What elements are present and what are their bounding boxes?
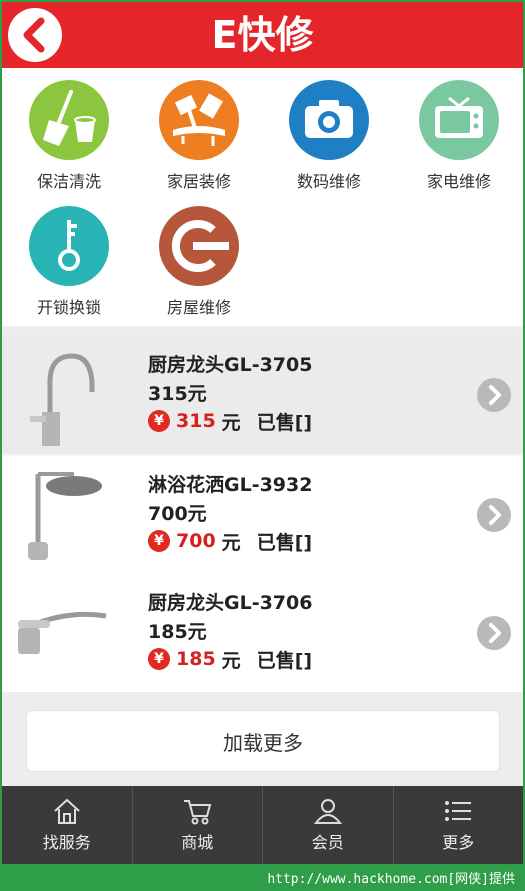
price-unit: 元 [221, 531, 241, 554]
yuan-icon: ¥ [148, 530, 170, 552]
section-divider [2, 326, 523, 336]
tab-mall[interactable]: 商城 [133, 786, 263, 864]
tab-label: 会员 [311, 833, 344, 852]
sale-price: 315 [176, 410, 216, 432]
category-digital[interactable]: 数码维修 [264, 80, 394, 192]
product-sale-line: ¥ 315 元 已售[] [148, 408, 312, 434]
category-label: 开锁换锁 [36, 298, 101, 317]
product-item[interactable]: 厨房龙头GL-3706 185元 ¥ 185 元 已售[] [2, 574, 523, 692]
yuan-icon: ¥ [148, 648, 170, 670]
product-name: 淋浴花洒GL-3932 [148, 474, 313, 496]
sold-count: 已售[] [256, 649, 313, 672]
paint-tools-icon [159, 80, 239, 160]
category-cleaning[interactable]: 保洁清洗 [4, 80, 134, 192]
list-icon [445, 801, 472, 821]
category-label: 数码维修 [296, 172, 361, 191]
product-item[interactable]: 淋浴花洒GL-3932 700元 ¥ 700 元 已售[] [2, 456, 523, 574]
tv-icon [419, 80, 499, 160]
product-price: 315元 [148, 383, 207, 405]
sale-price: 185 [176, 648, 216, 670]
price-unit: 元 [221, 411, 241, 434]
tab-find-service[interactable]: 找服务 [2, 786, 133, 864]
category-label: 保洁清洗 [36, 172, 101, 191]
sale-price: 700 [176, 530, 216, 552]
product-name: 厨房龙头GL-3705 [148, 354, 313, 376]
tab-member[interactable]: 会员 [263, 786, 394, 864]
sold-count: 已售[] [256, 531, 313, 554]
kitchen-faucet-icon [8, 342, 116, 448]
user-icon [313, 799, 342, 824]
product-price: 185元 [148, 621, 207, 643]
category-label: 家电维修 [426, 172, 491, 191]
kitchen-faucet-icon [8, 580, 116, 686]
home-icon [54, 798, 80, 824]
page-title: E快修 [211, 13, 314, 57]
sold-count: 已售[] [256, 411, 313, 434]
broom-bucket-icon [29, 80, 109, 160]
header-bar: E快修 [2, 2, 523, 68]
load-more-area: 加载更多 [2, 692, 523, 786]
tab-more[interactable]: 更多 [394, 786, 524, 864]
plug-icon [159, 206, 239, 286]
category-appliance[interactable]: 家电维修 [394, 80, 524, 192]
product-sale-line: ¥ 700 元 已售[] [148, 528, 312, 554]
cart-icon [184, 800, 212, 825]
category-decoration[interactable]: 家居装修 [134, 80, 264, 192]
category-label: 家居装修 [166, 172, 231, 191]
key-icon [29, 206, 109, 286]
chevron-right-icon[interactable] [477, 616, 511, 650]
price-unit: 元 [221, 649, 241, 672]
chevron-right-icon[interactable] [477, 378, 511, 412]
tab-label: 更多 [442, 833, 475, 852]
tab-label: 商城 [181, 833, 214, 852]
category-house[interactable]: 房屋维修 [134, 206, 264, 318]
yuan-icon: ¥ [148, 410, 170, 432]
category-grid: 保洁清洗 家居装修 数码维修 家电维修 开锁换锁 房屋维修 [2, 68, 523, 326]
tab-label: 找服务 [42, 833, 91, 852]
shower-head-icon [8, 462, 116, 568]
camera-icon [289, 80, 369, 160]
category-label: 房屋维修 [166, 298, 231, 317]
product-price: 700元 [148, 503, 207, 525]
watermark-text: http://www.hackhome.com[网侠]提供 [0, 864, 525, 891]
product-item[interactable]: 厨房龙头GL-3705 315元 ¥ 315 元 已售[] [2, 336, 523, 454]
load-more-button[interactable]: 加载更多 [26, 710, 500, 772]
bottom-tab-bar: 找服务 商城 会员 更多 [2, 786, 523, 864]
product-name: 厨房龙头GL-3706 [148, 592, 313, 614]
chevron-right-icon[interactable] [477, 498, 511, 532]
product-sale-line: ¥ 185 元 已售[] [148, 646, 312, 672]
category-lock[interactable]: 开锁换锁 [4, 206, 134, 318]
